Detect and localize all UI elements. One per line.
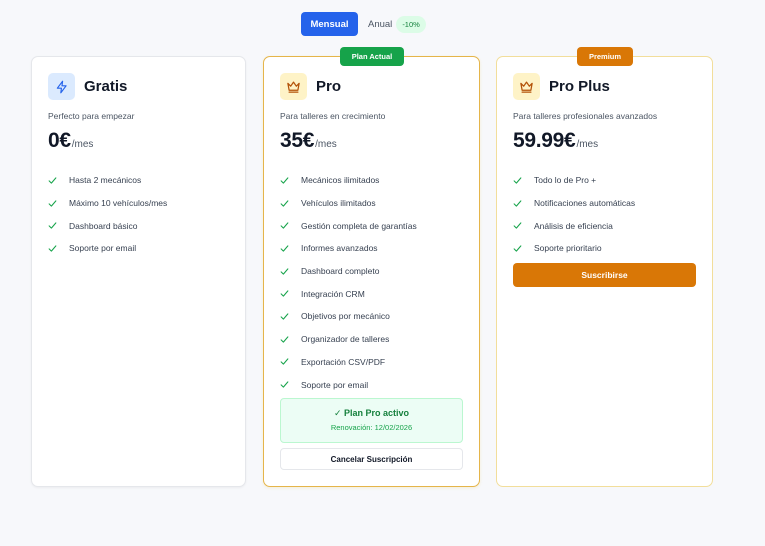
- feature-list: Hasta 2 mecánicos Máximo 10 vehículos/me…: [48, 169, 167, 260]
- feature-item: Hasta 2 mecánicos: [48, 169, 167, 192]
- feature-item: Dashboard completo: [280, 260, 417, 283]
- annual-discount-badge: -10%: [396, 15, 426, 33]
- check-icon: [280, 199, 289, 207]
- feature-item: Soporte por email: [280, 373, 417, 396]
- check-icon: [48, 199, 57, 207]
- monthly-toggle-button[interactable]: Mensual: [301, 12, 358, 36]
- plan-price: 0€ /mes: [48, 129, 93, 153]
- plan-description: Para talleres profesionales avanzados: [513, 111, 658, 121]
- check-icon: [513, 222, 522, 229]
- active-plan-status: ✓ Plan Pro activo Renovación: 12/02/2026: [280, 398, 463, 443]
- plan-title: Pro Plus: [549, 78, 610, 95]
- plan-price: 59.99€ /mes: [513, 129, 598, 153]
- feature-list: Todo lo de Pro + Notificaciones automáti…: [513, 169, 635, 260]
- plan-header: Pro Plus: [513, 73, 610, 100]
- premium-badge: Premium: [577, 47, 633, 66]
- plan-header: Gratis: [48, 73, 127, 100]
- check-icon: [280, 336, 289, 343]
- lightning-icon: [48, 73, 75, 100]
- check-icon: [280, 177, 289, 184]
- feature-item: Informes avanzados: [280, 237, 417, 260]
- check-icon: [280, 290, 289, 297]
- plan-card-gratis: Gratis Perfecto para empezar 0€ /mes Has…: [31, 56, 246, 487]
- feature-item: Soporte prioritario: [513, 237, 635, 260]
- price-period: /mes: [576, 139, 599, 150]
- active-plan-title: ✓ Plan Pro activo: [333, 408, 410, 418]
- check-icon: [48, 245, 57, 252]
- plan-description: Perfecto para empezar: [48, 111, 135, 121]
- plan-title: Gratis: [84, 78, 128, 95]
- check-icon: [513, 245, 522, 252]
- plan-card-pro-plus: Premium Pro Plus Para talleres profesion…: [496, 47, 713, 487]
- feature-item: Máximo 10 vehículos/mes: [48, 192, 167, 215]
- feature-list: Mecánicos ilimitados Vehículos ilimitado…: [280, 169, 417, 396]
- current-plan-badge: Plan Actual: [340, 47, 404, 66]
- renewal-date: Renovación: 12/02/2026: [330, 423, 413, 432]
- check-icon: [280, 313, 289, 320]
- price-amount: 35€: [280, 129, 315, 152]
- feature-item: Gestión completa de garantías: [280, 214, 417, 237]
- feature-item: Notificaciones automáticas: [513, 192, 635, 215]
- feature-item: Análisis de eficiencia: [513, 214, 635, 237]
- crown-icon: [513, 73, 540, 100]
- check-icon: [48, 177, 57, 184]
- cancel-subscription-button[interactable]: Cancelar Suscripción: [280, 448, 463, 470]
- crown-icon: [280, 73, 307, 100]
- feature-item: Vehículos ilimitados: [280, 192, 417, 215]
- price-amount: 59.99€: [513, 129, 576, 152]
- feature-item: Objetivos por mecánico: [280, 305, 417, 328]
- check-icon: [280, 267, 289, 275]
- feature-item: Todo lo de Pro +: [513, 169, 635, 192]
- plan-price: 35€ /mes: [280, 129, 337, 153]
- check-icon: [280, 358, 289, 365]
- plan-title: Pro: [316, 78, 342, 95]
- feature-item: Dashboard básico: [48, 214, 167, 237]
- check-icon: [280, 245, 289, 252]
- feature-item: Soporte por email: [48, 237, 167, 260]
- subscribe-button[interactable]: Suscribirse: [513, 263, 696, 287]
- check-icon: [513, 177, 522, 184]
- check-icon: [48, 222, 57, 229]
- price-period: /mes: [315, 139, 337, 150]
- plan-card-pro: Plan Actual Pro Para talleres en crecimi…: [263, 47, 480, 487]
- check-icon: [280, 222, 289, 229]
- feature-item: Mecánicos ilimitados: [280, 169, 417, 192]
- check-icon: [513, 199, 522, 207]
- annual-toggle-button[interactable]: Anual: [358, 12, 392, 36]
- feature-item: Organizador de talleres: [280, 328, 417, 351]
- feature-item: Exportación CSV/PDF: [280, 351, 417, 374]
- plan-description: Para talleres en crecimiento: [280, 111, 386, 121]
- feature-item: Integración CRM: [280, 282, 417, 305]
- price-period: /mes: [71, 139, 94, 150]
- check-icon: [280, 381, 289, 388]
- plan-header: Pro: [280, 73, 341, 100]
- billing-toggle: Mensual Anual -10%: [301, 12, 426, 36]
- price-amount: 0€: [48, 129, 71, 152]
